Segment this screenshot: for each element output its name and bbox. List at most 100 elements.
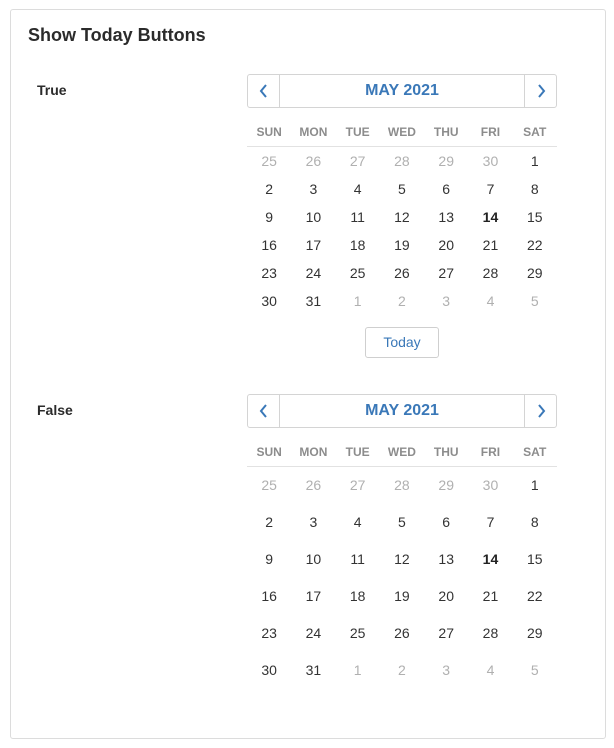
day-cell[interactable]: 4 xyxy=(468,287,512,315)
day-cell[interactable]: 23 xyxy=(247,615,291,652)
day-cell[interactable]: 4 xyxy=(468,652,512,689)
day-cell[interactable]: 7 xyxy=(468,175,512,203)
day-cell[interactable]: 28 xyxy=(468,259,512,287)
month-year-label[interactable]: MAY 2021 xyxy=(280,395,524,427)
day-cell[interactable]: 27 xyxy=(424,615,468,652)
day-cell[interactable]: 5 xyxy=(380,175,424,203)
day-cell[interactable]: 22 xyxy=(513,578,557,615)
day-cell[interactable]: 27 xyxy=(336,147,380,175)
day-cell[interactable]: 30 xyxy=(247,652,291,689)
day-cell[interactable]: 24 xyxy=(291,615,335,652)
day-cell[interactable]: 2 xyxy=(380,652,424,689)
day-cell[interactable]: 8 xyxy=(513,504,557,541)
chevron-right-icon xyxy=(537,84,545,98)
day-cell[interactable]: 27 xyxy=(336,467,380,504)
day-cell[interactable]: 21 xyxy=(468,578,512,615)
day-cell[interactable]: 13 xyxy=(424,541,468,578)
day-cell-today[interactable]: 14 xyxy=(468,541,512,578)
day-cell[interactable]: 12 xyxy=(380,541,424,578)
month-year-label[interactable]: MAY 2021 xyxy=(280,75,524,107)
day-cell[interactable]: 29 xyxy=(513,615,557,652)
day-cell[interactable]: 11 xyxy=(336,541,380,578)
today-button[interactable]: Today xyxy=(365,327,439,358)
day-cell[interactable]: 10 xyxy=(291,541,335,578)
next-month-button[interactable] xyxy=(524,395,556,427)
day-cell[interactable]: 28 xyxy=(468,615,512,652)
calendar-without-today-button: MAY 2021 SUN MON TUE WED THU FRI SAT 25 2… xyxy=(247,394,557,689)
prev-month-button[interactable] xyxy=(248,75,280,107)
week-row: 23 24 25 26 27 28 29 xyxy=(247,259,557,287)
day-cell[interactable]: 9 xyxy=(247,203,291,231)
day-cell[interactable]: 10 xyxy=(291,203,335,231)
day-cell[interactable]: 6 xyxy=(424,504,468,541)
day-cell[interactable]: 26 xyxy=(380,259,424,287)
day-cell[interactable]: 16 xyxy=(247,578,291,615)
day-cell[interactable]: 18 xyxy=(336,231,380,259)
week-row: 9 10 11 12 13 14 15 xyxy=(247,541,557,578)
day-cell[interactable]: 28 xyxy=(380,147,424,175)
day-cell[interactable]: 28 xyxy=(380,467,424,504)
day-cell[interactable]: 17 xyxy=(291,231,335,259)
day-cell[interactable]: 11 xyxy=(336,203,380,231)
day-cell[interactable]: 15 xyxy=(513,541,557,578)
day-cell[interactable]: 21 xyxy=(468,231,512,259)
day-cell[interactable]: 5 xyxy=(513,652,557,689)
day-cell[interactable]: 7 xyxy=(468,504,512,541)
day-cell[interactable]: 1 xyxy=(336,652,380,689)
day-cell[interactable]: 2 xyxy=(247,504,291,541)
day-cell[interactable]: 19 xyxy=(380,578,424,615)
day-cell[interactable]: 31 xyxy=(291,287,335,315)
day-cell[interactable]: 24 xyxy=(291,259,335,287)
day-cell[interactable]: 29 xyxy=(424,147,468,175)
day-cell[interactable]: 23 xyxy=(247,259,291,287)
day-cell[interactable]: 5 xyxy=(513,287,557,315)
day-cell[interactable]: 30 xyxy=(468,147,512,175)
day-cell[interactable]: 13 xyxy=(424,203,468,231)
day-cell[interactable]: 1 xyxy=(336,287,380,315)
day-cell[interactable]: 25 xyxy=(247,467,291,504)
next-month-button[interactable] xyxy=(524,75,556,107)
day-cell[interactable]: 26 xyxy=(291,467,335,504)
day-cell[interactable]: 20 xyxy=(424,231,468,259)
day-cell[interactable]: 15 xyxy=(513,203,557,231)
day-cell[interactable]: 30 xyxy=(468,467,512,504)
day-cell[interactable]: 8 xyxy=(513,175,557,203)
day-cell[interactable]: 20 xyxy=(424,578,468,615)
day-cell[interactable]: 1 xyxy=(513,467,557,504)
day-cell-today[interactable]: 14 xyxy=(468,203,512,231)
day-cell[interactable]: 17 xyxy=(291,578,335,615)
day-cell[interactable]: 9 xyxy=(247,541,291,578)
weekday-label: THU xyxy=(433,445,459,459)
day-cell[interactable]: 22 xyxy=(513,231,557,259)
day-cell[interactable]: 3 xyxy=(424,287,468,315)
day-cell[interactable]: 31 xyxy=(291,652,335,689)
day-cell[interactable]: 29 xyxy=(424,467,468,504)
day-cell[interactable]: 5 xyxy=(380,504,424,541)
day-cell[interactable]: 1 xyxy=(513,147,557,175)
day-cell[interactable]: 4 xyxy=(336,504,380,541)
day-cell[interactable]: 2 xyxy=(247,175,291,203)
day-cell[interactable]: 16 xyxy=(247,231,291,259)
weekday-label: MON xyxy=(299,445,328,459)
day-cell[interactable]: 26 xyxy=(380,615,424,652)
day-cell[interactable]: 29 xyxy=(513,259,557,287)
weekday-label: TUE xyxy=(345,125,370,139)
day-cell[interactable]: 26 xyxy=(291,147,335,175)
day-cell[interactable]: 3 xyxy=(291,504,335,541)
day-cell[interactable]: 4 xyxy=(336,175,380,203)
day-cell[interactable]: 12 xyxy=(380,203,424,231)
day-cell[interactable]: 3 xyxy=(291,175,335,203)
day-cell[interactable]: 30 xyxy=(247,287,291,315)
day-cell[interactable]: 19 xyxy=(380,231,424,259)
day-cell[interactable]: 2 xyxy=(380,287,424,315)
chevron-left-icon xyxy=(259,84,267,98)
chevron-right-icon xyxy=(537,404,545,418)
day-cell[interactable]: 25 xyxy=(247,147,291,175)
prev-month-button[interactable] xyxy=(248,395,280,427)
day-cell[interactable]: 6 xyxy=(424,175,468,203)
day-cell[interactable]: 25 xyxy=(336,615,380,652)
day-cell[interactable]: 18 xyxy=(336,578,380,615)
day-cell[interactable]: 25 xyxy=(336,259,380,287)
day-cell[interactable]: 3 xyxy=(424,652,468,689)
day-cell[interactable]: 27 xyxy=(424,259,468,287)
